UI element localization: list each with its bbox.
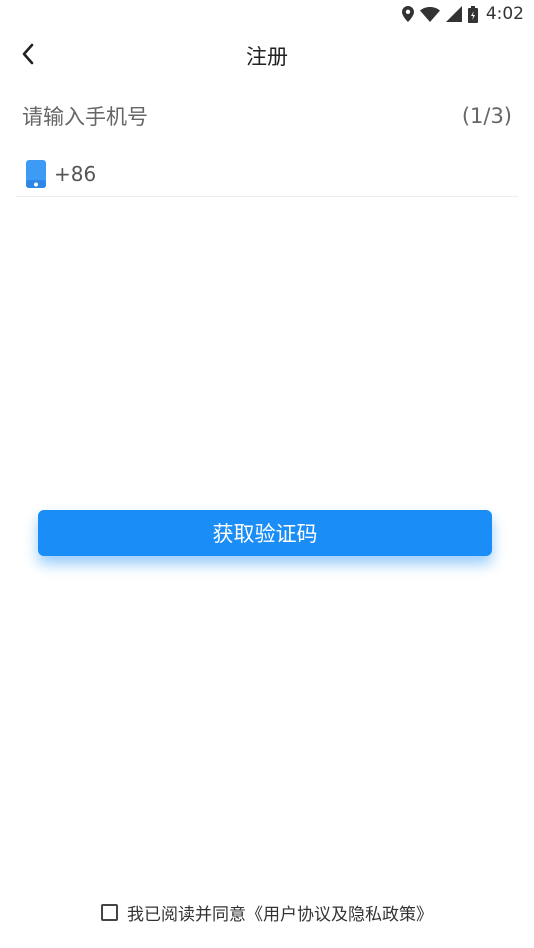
location-icon [401,6,414,22]
agreement-row: 我已阅读并同意《用户协议及隐私政策》 [0,900,534,925]
phone-prompt-label: 请输入手机号 [22,105,148,129]
phone-number-input[interactable] [106,151,518,197]
status-time: 4:02 [485,4,524,24]
agreement-checkbox[interactable] [101,904,118,921]
prompt-row: 请输入手机号 (1/3) [22,96,512,136]
back-button[interactable] [8,36,48,76]
page-title: 注册 [246,45,288,69]
battery-icon [467,5,478,23]
step-indicator: (1/3) [461,104,512,128]
country-code[interactable]: +86 [54,162,96,186]
header: 注册 [0,32,534,80]
agreement-text[interactable]: 我已阅读并同意《用户协议及隐私政策》 [127,900,433,925]
phone-icon [26,160,46,188]
status-bar: 4:02 [0,0,534,28]
signal-icon [445,6,462,22]
wifi-icon [419,6,440,22]
chevron-left-icon [21,43,35,69]
phone-input-row[interactable]: +86 [16,151,518,197]
get-verification-code-button[interactable]: 获取验证码 [38,510,492,556]
